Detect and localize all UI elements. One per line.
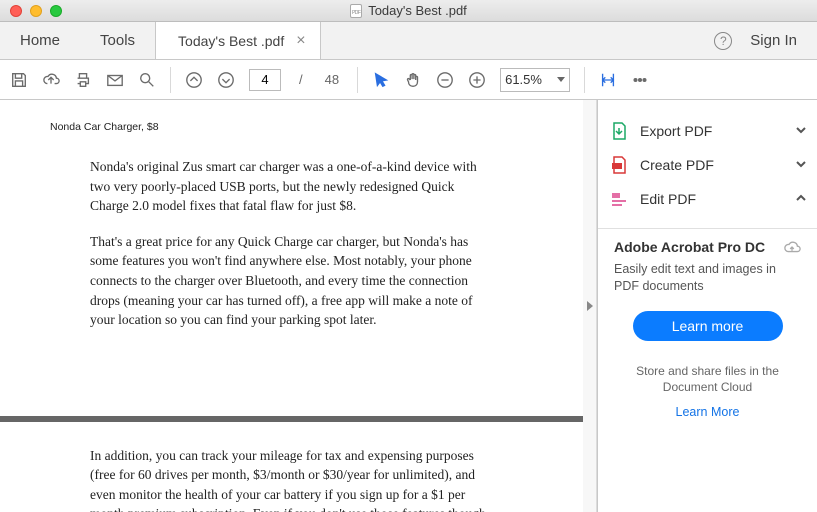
sign-in-link[interactable]: Sign In	[750, 32, 797, 49]
zoom-select[interactable]: 61.5%	[500, 68, 570, 92]
paragraph-2: That's a great price for any Quick Charg…	[50, 232, 533, 330]
document-viewport[interactable]: Nonda Car Charger, $8 Nonda's original Z…	[0, 100, 583, 512]
tool-create-label: Create PDF	[640, 157, 795, 173]
print-icon[interactable]	[74, 71, 92, 89]
help-icon[interactable]: ?	[714, 32, 732, 50]
toolbar: / 48 61.5%	[0, 60, 817, 100]
window-title-text: Today's Best .pdf	[368, 3, 467, 18]
tool-edit-label: Edit PDF	[640, 191, 795, 207]
tool-export-pdf[interactable]: Export PDF	[608, 114, 807, 148]
main-area: Nonda Car Charger, $8 Nonda's original Z…	[0, 100, 817, 512]
product-heading: Nonda Car Charger, $8	[50, 120, 533, 135]
tool-create-pdf[interactable]: Create PDF	[608, 148, 807, 182]
pdf-page-next: In addition, you can track your mileage …	[0, 446, 583, 512]
fullscreen-window-button[interactable]	[50, 5, 62, 17]
window-title: Today's Best .pdf	[0, 3, 817, 18]
pdf-page: Nonda Car Charger, $8 Nonda's original Z…	[0, 100, 583, 386]
store-share-text: Store and share files in the Document Cl…	[614, 357, 801, 397]
promo-title: Adobe Acrobat Pro DC	[614, 239, 765, 255]
tool-export-label: Export PDF	[640, 123, 795, 139]
page-separator: /	[299, 72, 303, 87]
promo-panel: Adobe Acrobat Pro DC Easily edit text an…	[598, 239, 817, 419]
page-down-icon[interactable]	[217, 71, 235, 89]
selection-tool-icon[interactable]	[372, 71, 390, 89]
cloud-sync-icon[interactable]	[783, 239, 801, 260]
paragraph-1: Nonda's original Zus smart car charger w…	[50, 157, 533, 216]
traffic-lights	[0, 5, 62, 17]
fit-width-icon[interactable]	[599, 71, 617, 89]
window-titlebar: Today's Best .pdf	[0, 0, 817, 22]
chevron-down-icon	[557, 77, 565, 82]
tab-home[interactable]: Home	[0, 22, 80, 59]
minimize-window-button[interactable]	[30, 5, 42, 17]
close-window-button[interactable]	[10, 5, 22, 17]
export-pdf-icon	[608, 120, 630, 142]
learn-more-link[interactable]: Learn More	[614, 405, 801, 419]
close-tab-icon[interactable]: ×	[296, 32, 305, 50]
pdf-file-icon	[350, 4, 362, 18]
tab-tools[interactable]: Tools	[80, 22, 155, 59]
edit-pdf-icon	[608, 188, 630, 210]
triangle-right-icon	[587, 301, 593, 311]
page-total: 48	[325, 72, 339, 87]
zoom-value: 61.5%	[505, 72, 542, 87]
zoom-out-icon[interactable]	[436, 71, 454, 89]
email-icon[interactable]	[106, 71, 124, 89]
cloud-upload-icon[interactable]	[42, 71, 60, 89]
save-icon[interactable]	[10, 71, 28, 89]
hand-tool-icon[interactable]	[404, 71, 422, 89]
chevron-down-icon	[795, 124, 807, 139]
tools-list: Export PDF Create PDF Edit PDF	[598, 100, 817, 222]
panel-collapse-handle[interactable]	[583, 100, 597, 512]
chevron-up-icon	[795, 192, 807, 207]
tab-bar: Home Tools Today's Best .pdf × ? Sign In	[0, 22, 817, 60]
page-up-icon[interactable]	[185, 71, 203, 89]
promo-body: Easily edit text and images in PDF docum…	[614, 261, 801, 295]
tab-document-label: Today's Best .pdf	[178, 33, 284, 49]
page-number-input[interactable]	[249, 69, 281, 91]
zoom-in-icon[interactable]	[468, 71, 486, 89]
tab-document[interactable]: Today's Best .pdf ×	[155, 22, 321, 59]
more-tools-icon[interactable]	[631, 71, 649, 89]
paragraph-3: In addition, you can track your mileage …	[50, 446, 533, 512]
learn-more-button[interactable]: Learn more	[633, 311, 783, 341]
chevron-down-icon	[795, 158, 807, 173]
tool-edit-pdf[interactable]: Edit PDF	[608, 182, 807, 216]
page-break	[0, 416, 583, 422]
search-icon[interactable]	[138, 71, 156, 89]
right-panel: Export PDF Create PDF Edit PDF Adobe Acr	[597, 100, 817, 512]
divider	[598, 228, 817, 229]
create-pdf-icon	[608, 154, 630, 176]
